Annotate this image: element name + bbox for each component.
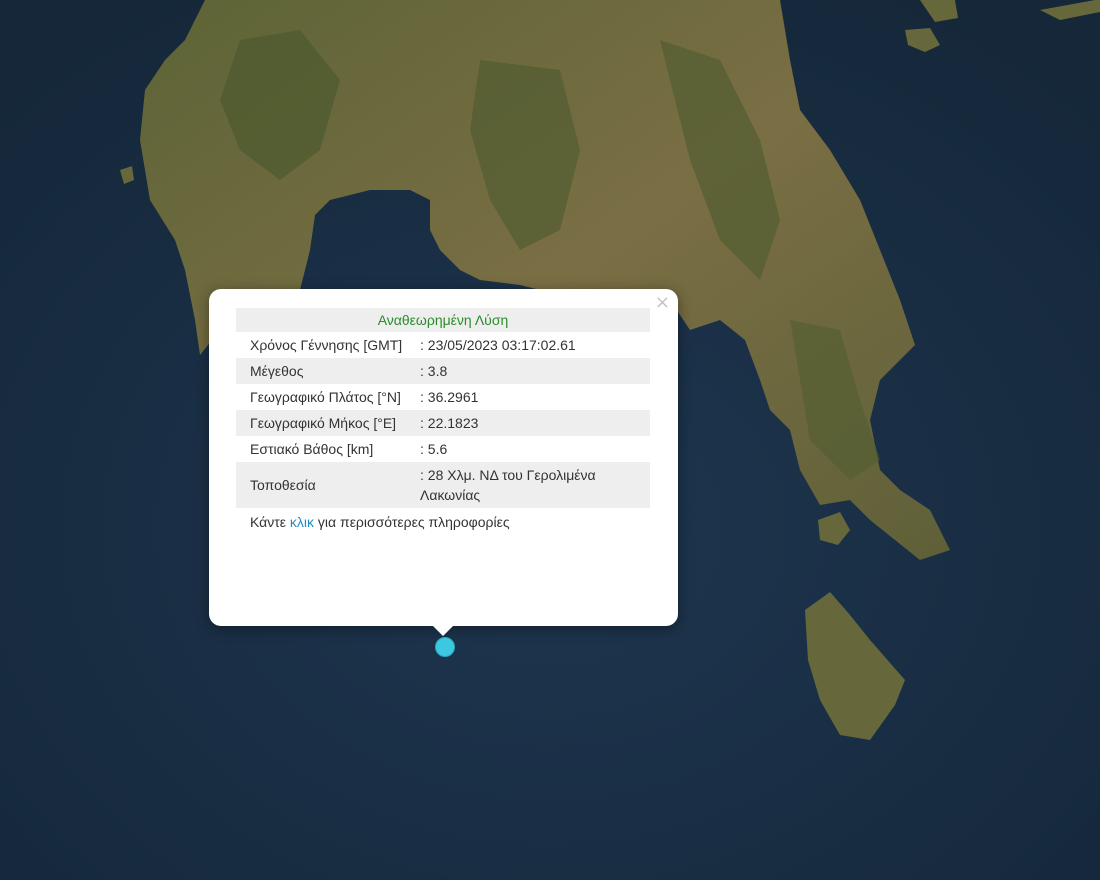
row-label: Γεωγραφικό Μήκος [°E] — [236, 410, 414, 436]
close-icon[interactable]: × — [655, 293, 670, 313]
row-label: Εστιακό Βάθος [km] — [250, 441, 374, 457]
footer-prefix: Κάντε — [250, 514, 290, 530]
table-row: Μέγεθος : 3.8 — [236, 358, 650, 384]
earthquake-info-popup: × Αναθεωρημένη Λύση Χρόνος Γέννησης [GMT… — [209, 289, 678, 626]
popup-footer: Κάντε κλικ για περισσότερες πληροφορίες — [236, 508, 650, 535]
event-details-table: Αναθεωρημένη Λύση Χρόνος Γέννησης [GMT] … — [236, 308, 650, 535]
row-value: : 28 Χλμ. ΝΔ του Γερολιμένα Λακωνίας — [414, 462, 650, 508]
row-value: : 36.2961 — [420, 389, 479, 405]
row-label: Τοποθεσία — [236, 462, 414, 508]
row-value: : 5.6 — [420, 441, 448, 457]
footer-suffix: για περισσότερες πληροφορίες — [314, 514, 510, 530]
table-row: Τοποθεσία : 28 Χλμ. ΝΔ του Γερολιμένα Λα… — [236, 462, 650, 508]
row-value: : 3.8 — [414, 358, 650, 384]
row-value: : 22.1823 — [414, 410, 650, 436]
row-label: Μέγεθος — [236, 358, 414, 384]
table-row: Χρόνος Γέννησης [GMT] : 23/05/2023 03:17… — [236, 332, 650, 358]
table-row: Εστιακό Βάθος [km] : 5.6 — [236, 436, 650, 462]
popup-title: Αναθεωρημένη Λύση — [236, 308, 650, 332]
row-label: Χρόνος Γέννησης [GMT] — [250, 337, 403, 353]
popup-footer-row: Κάντε κλικ για περισσότερες πληροφορίες — [236, 508, 650, 535]
earthquake-marker[interactable] — [435, 637, 455, 657]
row-label: Γεωγραφικό Πλάτος [°N] — [250, 389, 401, 405]
row-value: : 23/05/2023 03:17:02.61 — [420, 337, 576, 353]
popup-tip — [431, 624, 455, 636]
table-row: Γεωγραφικό Μήκος [°E] : 22.1823 — [236, 410, 650, 436]
table-row: Γεωγραφικό Πλάτος [°N] : 36.2961 — [236, 384, 650, 410]
more-info-link[interactable]: κλικ — [290, 514, 314, 530]
popup-title-row: Αναθεωρημένη Λύση — [236, 308, 650, 332]
